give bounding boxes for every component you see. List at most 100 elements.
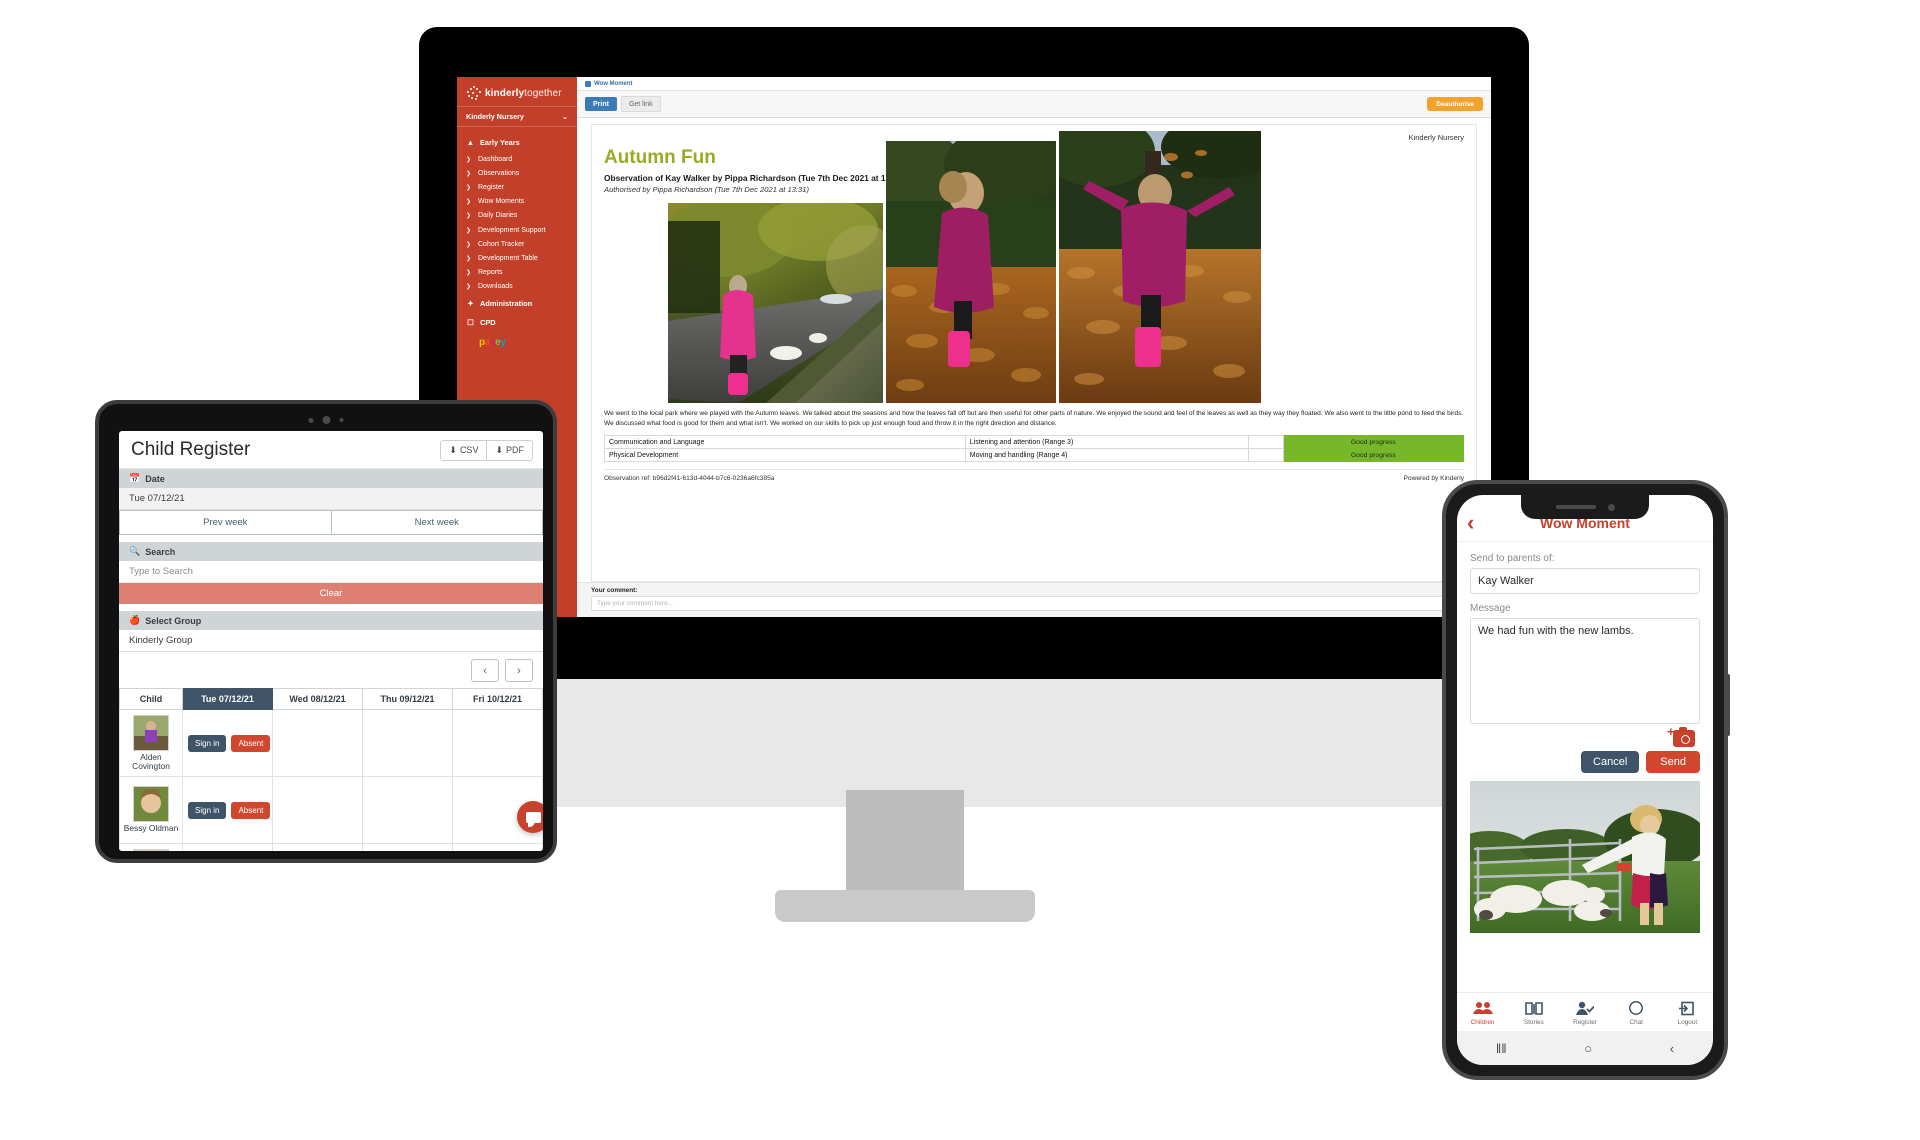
sidebar-item-register[interactable]: ❯ Register xyxy=(457,180,577,194)
observation-footer: Observation ref: b96d2f41-613d-4044-b7c6… xyxy=(604,469,1464,489)
attendance-cell-fri[interactable] xyxy=(452,843,543,851)
pager-next-button[interactable]: › xyxy=(505,659,533,682)
photo-park-pond[interactable] xyxy=(668,202,883,403)
column-thu[interactable]: Thu 09/12/21 xyxy=(362,688,453,710)
attendance-cell-wed[interactable] xyxy=(272,709,363,777)
sign-in-button[interactable]: Sign in xyxy=(188,801,227,819)
sidebar-item-label: CPD xyxy=(480,317,496,327)
prev-week-button[interactable]: Prev week xyxy=(119,510,331,535)
export-csv-button[interactable]: ⬇ CSV xyxy=(440,439,488,461)
send-button[interactable]: Send xyxy=(1646,751,1700,773)
recipient-field[interactable]: Kay Walker xyxy=(1470,568,1700,594)
group-select[interactable]: Kinderly Group xyxy=(119,630,543,652)
tab-register[interactable]: Register xyxy=(1559,999,1610,1026)
chat-widget-button[interactable] xyxy=(517,801,543,833)
tab-children[interactable]: Children xyxy=(1457,999,1508,1026)
photo-throwing-leaves[interactable] xyxy=(1059,130,1261,403)
recents-icon[interactable]: ‖‖ xyxy=(1496,1041,1507,1056)
next-week-button[interactable]: Next week xyxy=(330,510,543,535)
nursery-selector[interactable]: Kinderly Nursery ⌄ xyxy=(457,106,577,127)
absent-button[interactable]: Absent xyxy=(231,734,271,752)
get-link-button[interactable]: Get link xyxy=(620,96,661,112)
download-icon: ⬇ xyxy=(449,444,457,455)
download-icon: ⬇ xyxy=(495,444,503,455)
sidebar-item-label: Early Years xyxy=(480,138,520,147)
sign-in-button[interactable]: Sign in xyxy=(188,734,227,752)
sidebar-item-reports[interactable]: ❯ Reports xyxy=(457,266,577,280)
tab-logout[interactable]: Logout xyxy=(1662,999,1713,1026)
sidebar-item-label: Cohort Tracker xyxy=(478,240,525,248)
area-aspect: Moving and handling (Range 4) xyxy=(964,448,1250,463)
attached-photo-lambs[interactable] xyxy=(1470,781,1700,933)
date-value[interactable]: Tue 07/12/21 xyxy=(119,488,543,510)
kinderly-dots-icon xyxy=(466,86,482,101)
back-icon[interactable]: ‹ xyxy=(1467,512,1474,534)
clear-button[interactable]: Clear xyxy=(119,583,543,604)
android-nav-bar: ‖‖ ○ ‹ xyxy=(1457,1031,1713,1065)
sidebar-item-wow-moments[interactable]: ❯ Wow Moments xyxy=(457,195,577,209)
kinderly-web-app: kinderlytogether Kinderly Nursery ⌄ ▲ Ea… xyxy=(457,77,1491,617)
area-spacer xyxy=(1248,435,1284,450)
column-fri[interactable]: Fri 10/12/21 xyxy=(452,688,543,710)
column-wed[interactable]: Wed 08/12/21 xyxy=(272,688,363,710)
comment-input[interactable]: Type your comment here... xyxy=(591,596,1477,611)
attendance-cell-thu[interactable] xyxy=(362,709,453,777)
group-section-header: 🍎 Select Group xyxy=(119,611,543,630)
sidebar-item-label: Development Table xyxy=(478,254,538,262)
monitor-neck xyxy=(846,790,964,902)
table-row: Bessy Oldman Sign in Absent xyxy=(119,776,543,844)
sidebar-item-daily-diaries[interactable]: ❯ Daily Diaries xyxy=(457,209,577,223)
home-icon[interactable]: ○ xyxy=(1584,1041,1592,1056)
attendance-cell-thu[interactable] xyxy=(362,843,453,851)
cancel-button[interactable]: Cancel xyxy=(1581,751,1640,773)
sidebar-nav: ▲ Early Years ❯ Dashboard ❯ Observations xyxy=(457,127,577,352)
sidebar-item-label: Register xyxy=(478,183,505,191)
sidebar-item-administration[interactable]: ✦ Administration xyxy=(457,294,577,313)
avatar xyxy=(133,848,169,851)
absent-button[interactable]: Absent xyxy=(231,801,271,819)
pager-prev-button[interactable]: ‹ xyxy=(471,659,499,682)
tablet-screen: Child Register ⬇ CSV ⬇ PDF 📅 Date Tue 07… xyxy=(119,431,543,851)
monitor-base xyxy=(419,679,1529,807)
calendar-icon: 📅 xyxy=(129,473,141,483)
message-textarea[interactable]: We had fun with the new lambs. xyxy=(1470,618,1700,724)
attendance-cell-wed[interactable] xyxy=(272,776,363,844)
date-section-header: 📅 Date xyxy=(119,469,543,488)
group-section-label: Select Group xyxy=(145,615,202,626)
area-name: Physical Development xyxy=(604,448,966,463)
deauthorise-button[interactable]: Deauthorise xyxy=(1427,97,1483,111)
back-nav-icon[interactable]: ‹ xyxy=(1670,1041,1674,1056)
sidebar-item-cohort-tracker[interactable]: ❯ Cohort Tracker xyxy=(457,237,577,251)
search-input[interactable]: Type to Search xyxy=(119,561,543,583)
photo-leaves-walk[interactable] xyxy=(886,140,1056,403)
tree-icon: ▲ xyxy=(466,138,475,147)
attendance-cell-fri[interactable] xyxy=(452,709,543,777)
sidebar-item-label: Observations xyxy=(478,169,520,177)
app-main: Wow Moment Print Get link Deauthorise Ki… xyxy=(577,77,1491,617)
sidebar-item-dashboard[interactable]: ❯ Dashboard xyxy=(457,152,577,166)
tab-label: Children xyxy=(1470,1019,1495,1026)
export-pdf-button[interactable]: ⬇ PDF xyxy=(487,439,533,461)
person-check-icon xyxy=(1559,999,1610,1017)
chevron-right-icon: ❯ xyxy=(466,284,472,291)
sidebar-item-early-years[interactable]: ▲ Early Years xyxy=(457,133,577,152)
tab-stories[interactable]: Stories xyxy=(1508,999,1559,1026)
add-photo-icon[interactable]: + xyxy=(1667,724,1695,747)
tab-chat[interactable]: Chat xyxy=(1611,999,1662,1026)
child-name: Alden Covington xyxy=(132,751,170,771)
print-button[interactable]: Print xyxy=(585,97,617,111)
sidebar-item-observations[interactable]: ❯ Observations xyxy=(457,166,577,180)
recipient-label: Send to parents of: xyxy=(1470,553,1555,564)
sidebar-item-cpd[interactable]: ☐ CPD xyxy=(457,313,577,332)
phone-side-button[interactable] xyxy=(1726,674,1730,736)
attendance-cell-thu[interactable] xyxy=(362,776,453,844)
sidebar-item-development-table[interactable]: ❯ Development Table xyxy=(457,251,577,265)
app-logo[interactable]: kinderlytogether xyxy=(457,77,577,106)
search-icon: 🔍 xyxy=(129,546,141,556)
register-header: Child Register ⬇ CSV ⬇ PDF xyxy=(119,431,543,469)
attendance-cell-wed[interactable] xyxy=(272,843,363,851)
sidebar-item-downloads[interactable]: ❯ Downloads xyxy=(457,280,577,294)
column-tue[interactable]: Tue 07/12/21 xyxy=(182,688,273,710)
sidebar-item-development-support[interactable]: ❯ Development Support xyxy=(457,223,577,237)
breadcrumb[interactable]: Wow Moment xyxy=(577,77,1491,90)
